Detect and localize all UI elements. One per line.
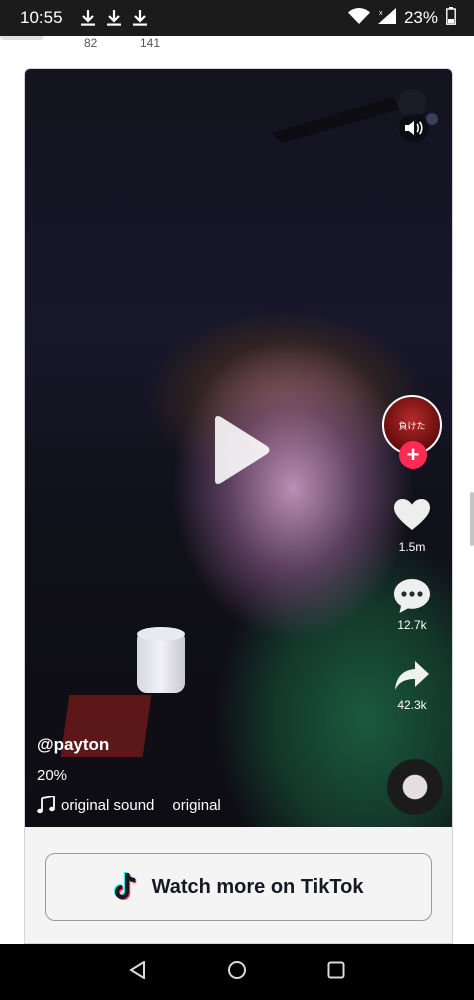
play-icon[interactable] xyxy=(211,414,271,486)
music-note-icon xyxy=(37,796,55,814)
white-cup-shape xyxy=(137,627,185,693)
speaker-icon xyxy=(405,121,423,135)
svg-text:x: x xyxy=(379,10,383,17)
comment-button[interactable]: 12.7k xyxy=(381,579,443,632)
video-username[interactable]: @payton xyxy=(37,735,109,755)
wifi-icon xyxy=(347,7,370,29)
like-count: 1.5m xyxy=(398,540,426,554)
volume-button[interactable] xyxy=(399,113,429,143)
comment-icon xyxy=(394,579,430,613)
watch-more-button[interactable]: Watch more on TikTok xyxy=(45,853,432,921)
share-count: 42.3k xyxy=(397,698,427,712)
download-icon xyxy=(77,8,99,28)
battery-icon xyxy=(446,6,456,30)
download-icon xyxy=(129,8,151,28)
comment-count: 12.7k xyxy=(397,618,427,632)
video-caption: 20% xyxy=(37,767,68,784)
previous-count: 82 xyxy=(84,36,98,50)
android-nav-bar xyxy=(0,944,474,1000)
tiktok-logo-icon xyxy=(113,872,136,900)
recents-icon[interactable] xyxy=(327,961,345,984)
music-disc-icon[interactable] xyxy=(387,759,443,815)
avatar-text: 負けた xyxy=(398,420,426,431)
signal-icon: x xyxy=(377,7,396,29)
share-icon xyxy=(395,661,429,690)
scrollbar-thumb[interactable] xyxy=(470,492,474,546)
status-bar: 10:55 x 23% xyxy=(0,0,474,36)
tiktok-embed-card: 負けた + 1.5m 12.7k 42.3k @payton 20% origi… xyxy=(24,68,453,944)
heart-icon xyxy=(394,499,430,530)
web-page: 82 141 負けた + 1.5m 12.7k 42.3k @payton 20… xyxy=(0,36,474,944)
previous-count: 141 xyxy=(140,36,161,50)
back-icon[interactable] xyxy=(129,959,147,984)
status-time: 10:55 xyxy=(20,8,63,27)
like-button[interactable]: 1.5m xyxy=(381,499,443,554)
follow-button[interactable]: + xyxy=(399,441,427,469)
sound-author: original xyxy=(172,796,221,814)
share-button[interactable]: 42.3k xyxy=(381,661,443,712)
watch-more-label: Watch more on TikTok xyxy=(151,875,364,898)
video-player[interactable]: 負けた + 1.5m 12.7k 42.3k @payton 20% origi… xyxy=(25,69,452,827)
download-icon xyxy=(103,8,125,28)
creator-avatar[interactable]: 負けた + xyxy=(382,395,444,469)
music-info[interactable]: original sound original xyxy=(37,796,221,814)
home-icon[interactable] xyxy=(227,960,247,985)
previous-card-edge xyxy=(0,36,44,40)
battery-percent: 23% xyxy=(403,8,438,27)
sound-name: original sound xyxy=(61,796,155,814)
